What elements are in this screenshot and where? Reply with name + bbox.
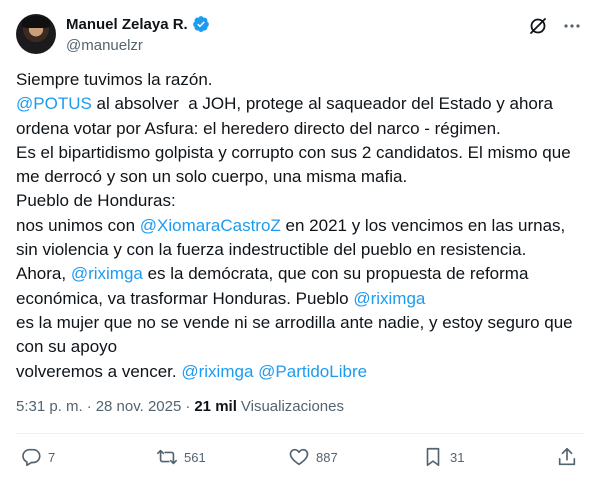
meta-separator: ·: [86, 398, 92, 415]
like-button[interactable]: 887: [288, 446, 338, 468]
author-name[interactable]: Manuel Zelaya R.: [66, 16, 188, 33]
mention-riximga[interactable]: @riximga: [181, 362, 253, 381]
post-line: es la mujer que no se vende ni se arrodi…: [16, 312, 578, 357]
post-date[interactable]: 28 nov. 2025: [96, 398, 182, 415]
mention-riximga[interactable]: @riximga: [353, 289, 425, 308]
mention-potus[interactable]: @POTUS: [16, 94, 92, 113]
author-handle[interactable]: @manuelzr: [66, 37, 143, 54]
post-text: Siempre tuvimos la razón. @POTUS al abso…: [16, 68, 584, 384]
top-actions: [528, 16, 582, 36]
divider: [16, 433, 584, 434]
share-button[interactable]: [556, 446, 578, 468]
post-line: al absolver a JOH, protege al saqueador …: [16, 94, 558, 138]
mention-riximga[interactable]: @riximga: [71, 264, 143, 283]
meta-separator: ·: [185, 398, 191, 415]
like-icon: [289, 448, 309, 466]
verified-badge-icon: [192, 16, 209, 32]
bookmark-icon: [426, 447, 440, 467]
views-label: Visualizaciones: [240, 398, 344, 415]
reply-icon: [22, 448, 41, 467]
mention-xiomara[interactable]: @XiomaraCastroZ: [140, 216, 281, 235]
like-count: 887: [316, 449, 338, 465]
post-time[interactable]: 5:31 p. m.: [16, 398, 83, 415]
post-line: volveremos a vencer.: [16, 361, 182, 381]
post-line: Siempre tuvimos la razón.: [16, 70, 213, 89]
views-count: 21 mil: [194, 398, 237, 415]
post-line: Pueblo de Honduras:: [16, 191, 176, 211]
post-line: Ahora,: [16, 264, 71, 284]
repost-button[interactable]: 561: [156, 446, 206, 468]
avatar[interactable]: [16, 14, 56, 54]
action-bar: 7 561 887 31: [16, 446, 584, 474]
repost-icon: [157, 449, 177, 465]
share-icon: [558, 447, 576, 466]
more-icon[interactable]: [562, 16, 582, 36]
post-line: nos unimos con: [16, 215, 140, 235]
tweet-card: Manuel Zelaya R. @manuelzr Siempre tuvim…: [0, 0, 600, 496]
post-meta: 5:31 p. m. · 28 nov. 2025 · 21 mil Visua…: [16, 398, 344, 415]
repost-count: 561: [184, 449, 206, 465]
author-row: Manuel Zelaya R.: [66, 15, 210, 33]
post-line: Es el bipartidismo golpista y corrupto c…: [16, 142, 576, 187]
reply-count: 7: [48, 449, 56, 465]
grok-slash-icon[interactable]: [528, 16, 548, 36]
bookmark-count: 31: [450, 449, 465, 465]
bookmark-button[interactable]: 31: [422, 446, 464, 468]
mention-partidolibre[interactable]: @PartidoLibre: [258, 362, 367, 381]
reply-button[interactable]: 7: [20, 446, 55, 468]
